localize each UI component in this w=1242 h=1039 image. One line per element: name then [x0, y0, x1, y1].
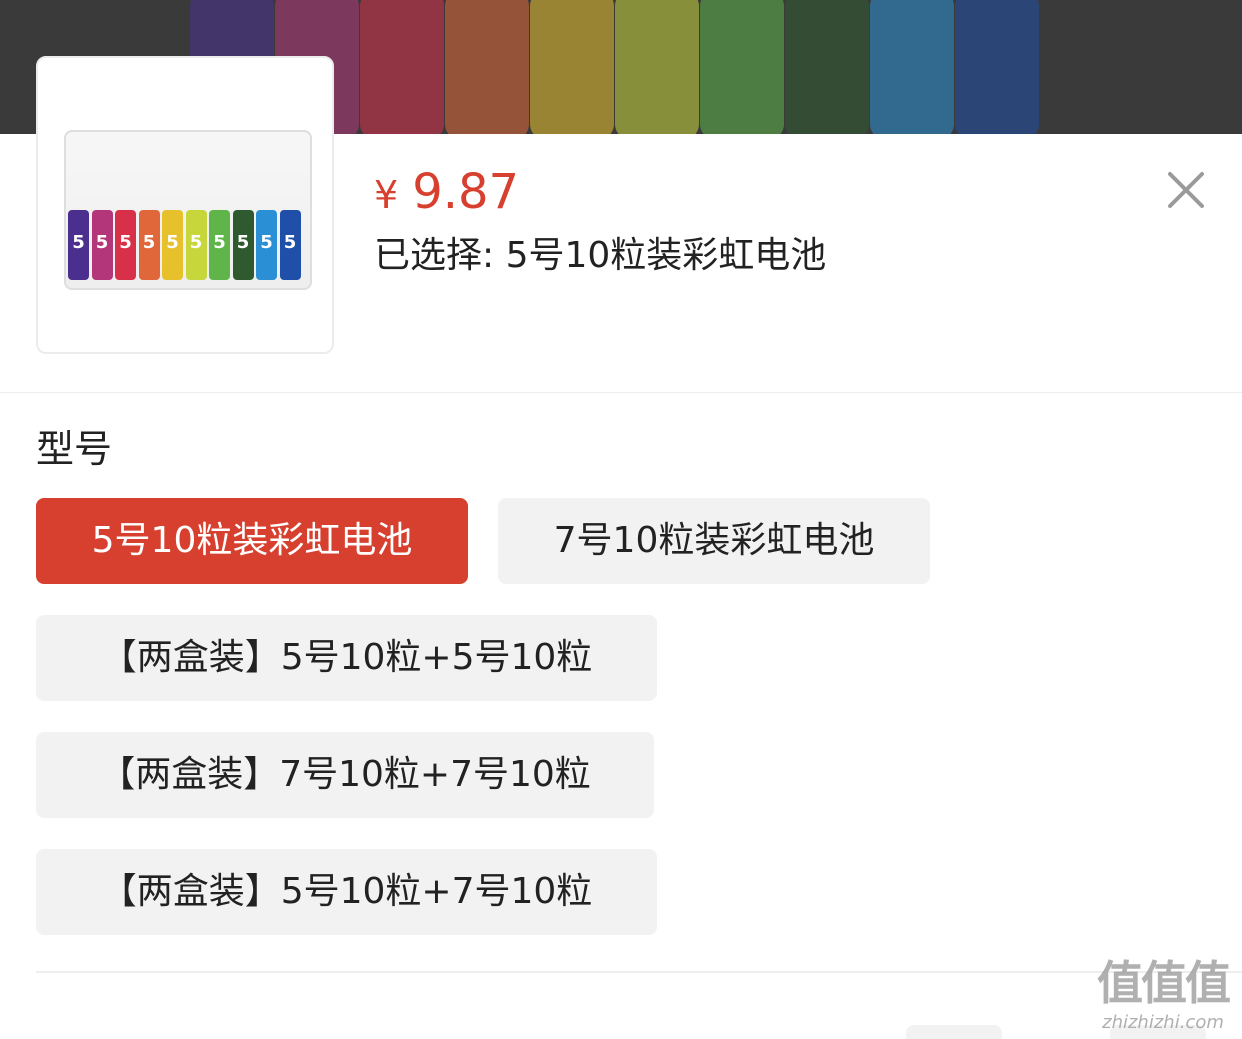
thumbnail-battery: 5 — [256, 210, 277, 280]
variant-option-two-box-aa-aa[interactable]: 【两盒装】5号10粒+5号10粒 — [36, 615, 657, 701]
quantity-decrease-button[interactable] — [906, 1025, 1002, 1039]
backdrop-battery — [700, 0, 784, 134]
thumbnail-battery: 5 — [68, 210, 89, 280]
variant-section-title: 型号 — [36, 427, 113, 471]
thumbnail-battery: 5 — [115, 210, 136, 280]
backdrop-battery — [445, 0, 529, 134]
selected-variant-text: 已选择: 5号10粒装彩虹电池 — [374, 235, 827, 276]
header-divider — [0, 392, 1242, 393]
thumbnail-battery: 5 — [209, 210, 230, 280]
backdrop-battery — [785, 0, 869, 134]
site-watermark: 值值值 zhizhizhi.com — [1088, 954, 1238, 1034]
thumbnail-battery: 5 — [185, 210, 207, 280]
variant-option-two-box-aaa-aaa[interactable]: 【两盒装】7号10粒+7号10粒 — [36, 732, 654, 818]
product-price: ¥9.87 — [374, 164, 519, 223]
thumbnail-battery: 5 — [162, 210, 183, 280]
backdrop-battery — [955, 0, 1039, 134]
variant-option-two-box-aa-aaa[interactable]: 【两盒装】5号10粒+7号10粒 — [36, 849, 657, 935]
thumbnail-battery: 5 — [232, 210, 254, 280]
watermark-url: zhizhizhi.com — [1102, 1012, 1224, 1033]
thumbnail-battery: 5 — [279, 210, 301, 280]
price-value: 9.87 — [412, 164, 520, 220]
close-button[interactable] — [1164, 168, 1208, 212]
watermark-logo: 值值值 — [1097, 956, 1231, 1010]
thumbnail-battery: 5 — [138, 210, 160, 280]
variant-option-aa-10pack[interactable]: 5号10粒装彩虹电池 — [36, 498, 468, 584]
thumbnail-battery: 5 — [91, 210, 113, 280]
backdrop-battery — [870, 0, 954, 134]
close-icon — [1168, 172, 1204, 208]
price-currency: ¥ — [374, 173, 399, 217]
backdrop-battery — [530, 0, 614, 134]
variant-option-aaa-10pack[interactable]: 7号10粒装彩虹电池 — [498, 498, 930, 584]
product-thumbnail: 5555555555 — [36, 56, 334, 354]
backdrop-battery — [615, 0, 699, 134]
backdrop-battery — [360, 0, 444, 134]
section-divider — [36, 971, 1242, 973]
